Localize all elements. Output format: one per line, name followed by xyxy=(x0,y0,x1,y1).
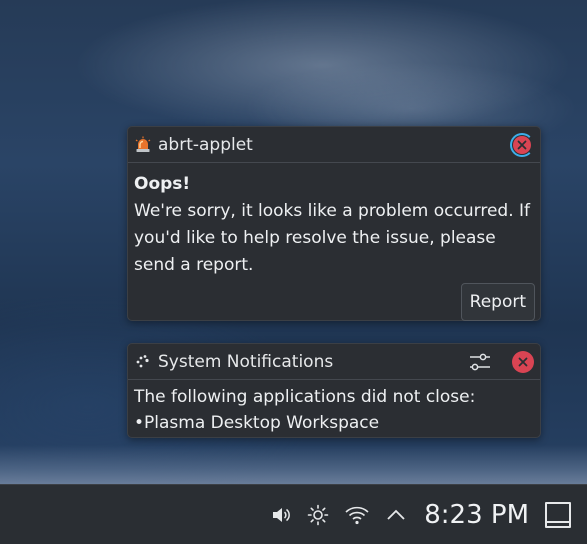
notification-app-name: abrt-applet xyxy=(158,134,253,155)
notification-message-line: The following applications did not close… xyxy=(134,387,476,407)
notification-message-line: •Plasma Desktop Workspace xyxy=(134,413,380,433)
expand-tray-icon[interactable] xyxy=(385,504,407,526)
notification-body: Oops! We're sorry, it looks like a probl… xyxy=(128,163,540,279)
show-desktop-icon[interactable] xyxy=(545,501,571,528)
settings-sliders-icon[interactable] xyxy=(468,351,492,373)
report-button[interactable]: Report xyxy=(460,283,535,321)
brightness-icon[interactable] xyxy=(307,504,329,526)
notification-app-name: System Notifications xyxy=(158,351,334,372)
notification-sparkle-icon xyxy=(134,353,152,371)
abrt-notification: abrt-applet Oops! We're sorry, it looks … xyxy=(127,126,541,321)
notification-header: System Notifications xyxy=(128,344,540,380)
taskbar-panel: 8:23 PM xyxy=(0,484,587,544)
close-icon[interactable] xyxy=(512,350,534,373)
system-tray: 8:23 PM xyxy=(270,485,587,544)
notification-actions: Report xyxy=(128,279,540,327)
notification-message: We're sorry, it looks like a problem occ… xyxy=(134,201,530,275)
notification-body: The following applications did not close… xyxy=(128,380,540,436)
volume-icon[interactable] xyxy=(270,504,292,526)
close-icon[interactable] xyxy=(513,135,531,154)
notification-header: abrt-applet xyxy=(128,127,540,163)
siren-icon xyxy=(134,136,152,154)
notification-title: Oops! xyxy=(134,174,191,194)
wallpaper-snow xyxy=(0,445,587,485)
timeout-progress-ring xyxy=(510,132,534,157)
system-notification: System Notifications The following appli… xyxy=(127,343,541,438)
wifi-icon[interactable] xyxy=(344,504,370,526)
clock[interactable]: 8:23 PM xyxy=(424,500,529,530)
